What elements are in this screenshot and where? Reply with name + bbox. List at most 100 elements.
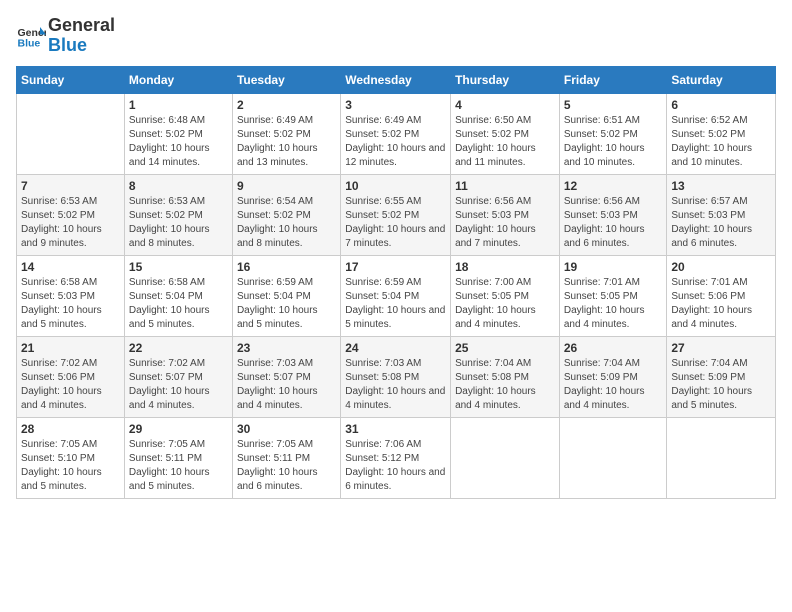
calendar-week-2: 7Sunrise: 6:53 AMSunset: 5:02 PMDaylight… <box>17 174 776 255</box>
day-number: 5 <box>564 98 663 112</box>
day-number: 14 <box>21 260 120 274</box>
calendar-cell <box>667 417 776 498</box>
calendar-cell: 25Sunrise: 7:04 AMSunset: 5:08 PMDayligh… <box>451 336 560 417</box>
day-number: 15 <box>129 260 228 274</box>
calendar-cell: 23 Sunrise: 7:03 AMSunset: 5:07 PMDayligh… <box>232 336 340 417</box>
day-number: 24 <box>345 341 446 355</box>
cell-info: Sunrise: 7:05 AMSunset: 5:10 PMDaylight:… <box>21 438 120 494</box>
day-number: 10 <box>345 179 446 193</box>
logo: General Blue General Blue <box>16 16 115 56</box>
day-number: 19 <box>564 260 663 274</box>
calendar-cell: 6Sunrise: 6:52 AMSunset: 5:02 PMDaylight… <box>667 93 776 174</box>
col-sunday: Sunday <box>17 66 125 93</box>
day-number: 26 <box>564 341 663 355</box>
cell-info: Sunrise: 7:01 AMSunset: 5:05 PMDaylight:… <box>564 276 663 332</box>
calendar-cell: 18 Sunrise: 7:00 AMSunset: 5:05 PMDayligh… <box>451 255 560 336</box>
cell-info: Sunrise: 6:56 AMSunset: 5:03 PMDaylight:… <box>564 195 663 251</box>
calendar-cell: 8 Sunrise: 6:53 AMSunset: 5:02 PMDaylight… <box>124 174 232 255</box>
calendar-cell <box>17 93 125 174</box>
calendar-cell: 5 Sunrise: 6:51 AMSunset: 5:02 PMDaylight… <box>559 93 667 174</box>
calendar-cell: 24 Sunrise: 7:03 AMSunset: 5:08 PMDayligh… <box>341 336 451 417</box>
cell-info: Sunrise: 7:00 AMSunset: 5:05 PMDaylight:… <box>455 276 555 332</box>
calendar-cell <box>559 417 667 498</box>
calendar-cell: 9 Sunrise: 6:54 AMSunset: 5:02 PMDaylight… <box>232 174 340 255</box>
cell-info: Sunrise: 6:54 AMSunset: 5:02 PMDaylight:… <box>237 195 336 251</box>
cell-info: Sunrise: 7:04 AMSunset: 5:09 PMDaylight:… <box>564 357 663 413</box>
svg-text:Blue: Blue <box>18 37 41 49</box>
cell-info: Sunrise: 6:58 AMSunset: 5:04 PMDaylight:… <box>129 276 228 332</box>
cell-info: Sunrise: 6:56 AMSunset: 5:03 PMDaylight:… <box>455 195 555 251</box>
cell-info: Sunrise: 7:02 AMSunset: 5:07 PMDaylight:… <box>129 357 228 413</box>
day-number: 31 <box>345 422 446 436</box>
col-saturday: Saturday <box>667 66 776 93</box>
cell-info: Sunrise: 7:05 AMSunset: 5:11 PMDaylight:… <box>237 438 336 494</box>
calendar-cell: 15 Sunrise: 6:58 AMSunset: 5:04 PMDayligh… <box>124 255 232 336</box>
day-number: 13 <box>671 179 771 193</box>
cell-info: Sunrise: 6:51 AMSunset: 5:02 PMDaylight:… <box>564 114 663 170</box>
cell-info: Sunrise: 6:58 AMSunset: 5:03 PMDaylight:… <box>21 276 120 332</box>
col-friday: Friday <box>559 66 667 93</box>
cell-info: Sunrise: 6:59 AMSunset: 5:04 PMDaylight:… <box>237 276 336 332</box>
cell-info: Sunrise: 7:03 AMSunset: 5:07 PMDaylight:… <box>237 357 336 413</box>
calendar-cell: 19 Sunrise: 7:01 AMSunset: 5:05 PMDayligh… <box>559 255 667 336</box>
day-number: 17 <box>345 260 446 274</box>
cell-info: Sunrise: 6:49 AMSunset: 5:02 PMDaylight:… <box>345 114 446 170</box>
day-number: 28 <box>21 422 120 436</box>
cell-info: Sunrise: 7:01 AMSunset: 5:06 PMDaylight:… <box>671 276 771 332</box>
cell-info: Sunrise: 7:02 AMSunset: 5:06 PMDaylight:… <box>21 357 120 413</box>
logo-text: General Blue <box>48 16 115 56</box>
cell-info: Sunrise: 6:53 AMSunset: 5:02 PMDaylight:… <box>129 195 228 251</box>
calendar-cell: 30 Sunrise: 7:05 AMSunset: 5:11 PMDayligh… <box>232 417 340 498</box>
day-number: 25 <box>455 341 555 355</box>
day-number: 20 <box>671 260 771 274</box>
cell-info: Sunrise: 6:49 AMSunset: 5:02 PMDaylight:… <box>237 114 336 170</box>
calendar-cell: 27 Sunrise: 7:04 AMSunset: 5:09 PMDayligh… <box>667 336 776 417</box>
col-thursday: Thursday <box>451 66 560 93</box>
calendar-cell: 14 Sunrise: 6:58 AMSunset: 5:03 PMDayligh… <box>17 255 125 336</box>
calendar-cell: 10 Sunrise: 6:55 AMSunset: 5:02 PMDayligh… <box>341 174 451 255</box>
cell-info: Sunrise: 7:04 AMSunset: 5:09 PMDaylight:… <box>671 357 771 413</box>
day-number: 1 <box>129 98 228 112</box>
day-number: 12 <box>564 179 663 193</box>
cell-info: Sunrise: 6:53 AMSunset: 5:02 PMDaylight:… <box>21 195 120 251</box>
calendar-cell: 11Sunrise: 6:56 AMSunset: 5:03 PMDayligh… <box>451 174 560 255</box>
cell-info: Sunrise: 6:57 AMSunset: 5:03 PMDaylight:… <box>671 195 771 251</box>
calendar-cell: 31 Sunrise: 7:06 AMSunset: 5:12 PMDayligh… <box>341 417 451 498</box>
calendar-cell: 4 Sunrise: 6:50 AMSunset: 5:02 PMDaylight… <box>451 93 560 174</box>
day-number: 22 <box>129 341 228 355</box>
day-number: 18 <box>455 260 555 274</box>
calendar-cell: 1Sunrise: 6:48 AMSunset: 5:02 PMDaylight… <box>124 93 232 174</box>
day-number: 27 <box>671 341 771 355</box>
cell-info: Sunrise: 7:06 AMSunset: 5:12 PMDaylight:… <box>345 438 446 494</box>
calendar-cell: 16 Sunrise: 6:59 AMSunset: 5:04 PMDayligh… <box>232 255 340 336</box>
day-number: 4 <box>455 98 555 112</box>
cell-info: Sunrise: 7:03 AMSunset: 5:08 PMDaylight:… <box>345 357 446 413</box>
calendar-cell: 22 Sunrise: 7:02 AMSunset: 5:07 PMDayligh… <box>124 336 232 417</box>
day-number: 29 <box>129 422 228 436</box>
calendar-cell: 21 Sunrise: 7:02 AMSunset: 5:06 PMDayligh… <box>17 336 125 417</box>
calendar-cell: 2 Sunrise: 6:49 AMSunset: 5:02 PMDaylight… <box>232 93 340 174</box>
day-number: 9 <box>237 179 336 193</box>
cell-info: Sunrise: 6:55 AMSunset: 5:02 PMDaylight:… <box>345 195 446 251</box>
logo-icon: General Blue <box>16 21 46 51</box>
day-number: 16 <box>237 260 336 274</box>
day-number: 21 <box>21 341 120 355</box>
calendar-cell: 17Sunrise: 6:59 AMSunset: 5:04 PMDayligh… <box>341 255 451 336</box>
cell-info: Sunrise: 6:50 AMSunset: 5:02 PMDaylight:… <box>455 114 555 170</box>
day-number: 8 <box>129 179 228 193</box>
day-number: 23 <box>237 341 336 355</box>
day-number: 30 <box>237 422 336 436</box>
header-row: Sunday Monday Tuesday Wednesday Thursday… <box>17 66 776 93</box>
calendar-cell: 13 Sunrise: 6:57 AMSunset: 5:03 PMDayligh… <box>667 174 776 255</box>
calendar-week-1: 1Sunrise: 6:48 AMSunset: 5:02 PMDaylight… <box>17 93 776 174</box>
day-number: 6 <box>671 98 771 112</box>
col-wednesday: Wednesday <box>341 66 451 93</box>
calendar-cell: 29Sunrise: 7:05 AMSunset: 5:11 PMDayligh… <box>124 417 232 498</box>
calendar-cell: 7Sunrise: 6:53 AMSunset: 5:02 PMDaylight… <box>17 174 125 255</box>
calendar-cell: 28 Sunrise: 7:05 AMSunset: 5:10 PMDayligh… <box>17 417 125 498</box>
calendar-cell: 26 Sunrise: 7:04 AMSunset: 5:09 PMDayligh… <box>559 336 667 417</box>
calendar-week-3: 14 Sunrise: 6:58 AMSunset: 5:03 PMDayligh… <box>17 255 776 336</box>
calendar-cell: 12 Sunrise: 6:56 AMSunset: 5:03 PMDayligh… <box>559 174 667 255</box>
calendar-table: Sunday Monday Tuesday Wednesday Thursday… <box>16 66 776 499</box>
day-number: 2 <box>237 98 336 112</box>
